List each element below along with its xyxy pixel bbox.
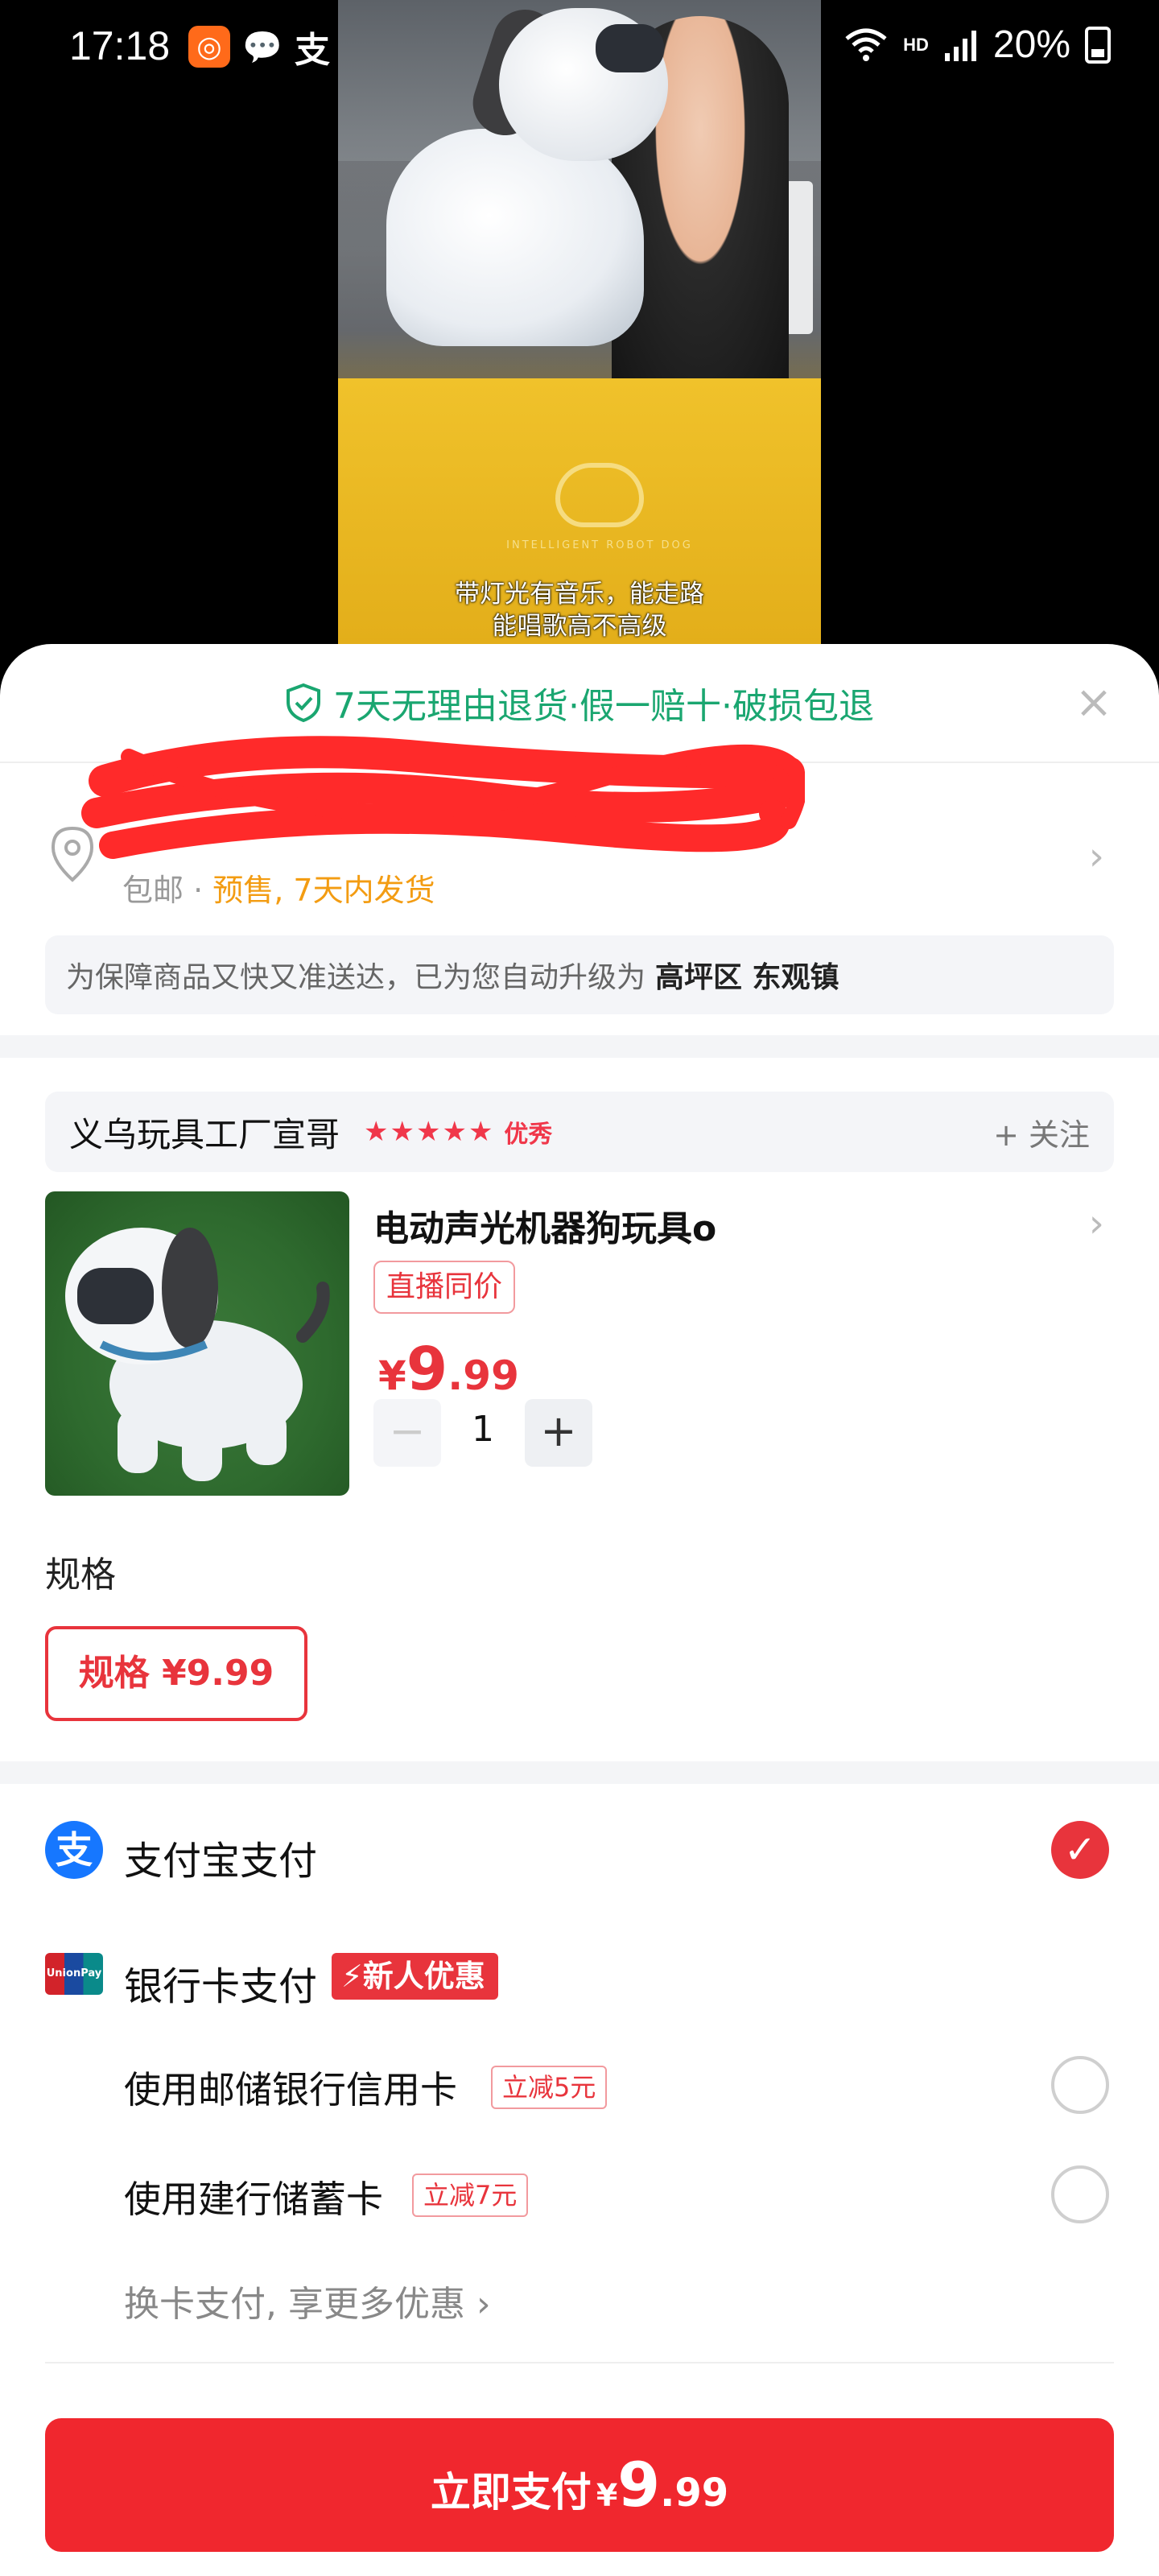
live-video-frame[interactable]: INTELLIGENT ROBOT DOG: [338, 0, 821, 660]
pay-button-decimal: .99: [660, 2471, 729, 2516]
product-chevron-icon[interactable]: ›: [1089, 1201, 1104, 1246]
status-time: 17:18: [69, 23, 171, 68]
subtitle-line-2: 能唱歌高不高级: [492, 612, 667, 641]
wechat-icon: 💬: [242, 28, 283, 66]
upgrade-location: 高坪区 东观镇: [655, 961, 839, 994]
robot-dog-body: [386, 129, 644, 346]
quantity-plus-button[interactable]: +: [525, 1399, 592, 1467]
video-subtitle: 带灯光有音乐，能走路 能唱歌高不高级: [338, 578, 821, 642]
shop-rating-stars: ★★★★★: [364, 1116, 495, 1148]
alipay-status-icon: 支: [295, 30, 330, 71]
pay-button-label: 立即支付: [430, 2469, 592, 2516]
new-user-text: 新人优惠: [362, 1959, 485, 1994]
alipay-label[interactable]: 支付宝支付: [124, 1829, 317, 1885]
status-right: HD 20%: [843, 23, 1111, 67]
shop-name[interactable]: 义乌玩具工厂宣哥: [69, 1108, 340, 1157]
discount-tag: 立减5元: [491, 2066, 608, 2109]
alipay-icon: 支: [45, 1821, 103, 1879]
shop-rating-badge: 优秀: [504, 1121, 553, 1149]
bank-card-label[interactable]: 银行卡支付: [124, 1955, 317, 2011]
spec-label: 规格: [45, 1554, 116, 1596]
bottom-divider: [45, 2362, 1114, 2363]
checkout-sheet: 7天无理由退货·假一赔十·破损包退 × 包邮 · 预售, 7天内发货 › 为保障…: [0, 644, 1159, 2576]
address-redaction: [81, 736, 805, 859]
upgrade-note-text: 为保障商品又快又准送达，已为您自动升级为: [66, 961, 646, 994]
radio-psbc[interactable]: [1051, 2056, 1109, 2114]
box-logo: [555, 463, 644, 527]
subtitle-line-1: 带灯光有音乐，能走路: [455, 580, 704, 609]
lightning-icon: ⚡: [341, 1959, 363, 1994]
signal-icon: [944, 30, 976, 61]
radio-ccb[interactable]: [1051, 2165, 1109, 2223]
shield-check-icon: [287, 683, 321, 723]
product-title[interactable]: 电动声光机器狗玩具o: [373, 1199, 716, 1251]
battery-percent: 20%: [992, 23, 1070, 66]
pay-button-integer: 9: [617, 2449, 661, 2520]
discount-tag: 立减7元: [412, 2174, 529, 2217]
hd-label: HD: [903, 34, 929, 55]
new-user-badge: ⚡新人优惠: [332, 1953, 498, 2000]
alipay-selected-check-icon[interactable]: ✓: [1051, 1821, 1109, 1879]
box-text: INTELLIGENT ROBOT DOG: [506, 539, 693, 551]
robot-dog-image: [65, 1228, 330, 1481]
quantity-value[interactable]: 1: [451, 1409, 515, 1450]
pay-button-currency: ¥: [596, 2478, 618, 2513]
guarantee-text: 7天无理由退货·假一赔十·破损包退: [333, 686, 874, 727]
shop-row[interactable]: 义乌玩具工厂宣哥 ★★★★★ 优秀 + 关注: [45, 1092, 1114, 1172]
section-divider: [0, 1035, 1159, 1058]
close-icon[interactable]: ×: [1074, 680, 1114, 725]
wifi-icon: [845, 28, 887, 61]
quantity-minus-button[interactable]: −: [373, 1399, 441, 1467]
price-currency: ¥: [378, 1352, 406, 1399]
kuaishou-icon: ◎: [188, 26, 230, 68]
psbc-credit-card-option[interactable]: 使用邮储银行信用卡: [124, 2061, 457, 2114]
status-bar: 17:18 ◎ 💬 支 HD 20%: [0, 0, 1159, 97]
price-decimal: .99: [448, 1352, 519, 1399]
price-integer: 9: [406, 1335, 448, 1404]
unionpay-icon: UnionPay: [45, 1953, 103, 1995]
ccb-debit-card-option[interactable]: 使用建行储蓄卡: [124, 2170, 383, 2223]
product-image[interactable]: [45, 1191, 349, 1496]
delivery-upgrade-note: 为保障商品又快又准送达，已为您自动升级为 高坪区 东观镇: [45, 935, 1114, 1014]
product-price: ¥9.99: [378, 1335, 519, 1404]
address-chevron-icon[interactable]: ›: [1089, 834, 1104, 879]
section-divider: [0, 1761, 1159, 1784]
live-price-tag: 直播同价: [373, 1261, 516, 1314]
spec-option-selected[interactable]: 规格 ¥9.99: [45, 1626, 307, 1721]
battery-icon: [1085, 26, 1111, 64]
pay-now-button[interactable]: 立即支付 ¥9.99: [45, 2418, 1114, 2552]
follow-button[interactable]: + 关注: [993, 1110, 1090, 1154]
more-cards-link[interactable]: 换卡支付, 享更多优惠 ›: [124, 2275, 491, 2326]
